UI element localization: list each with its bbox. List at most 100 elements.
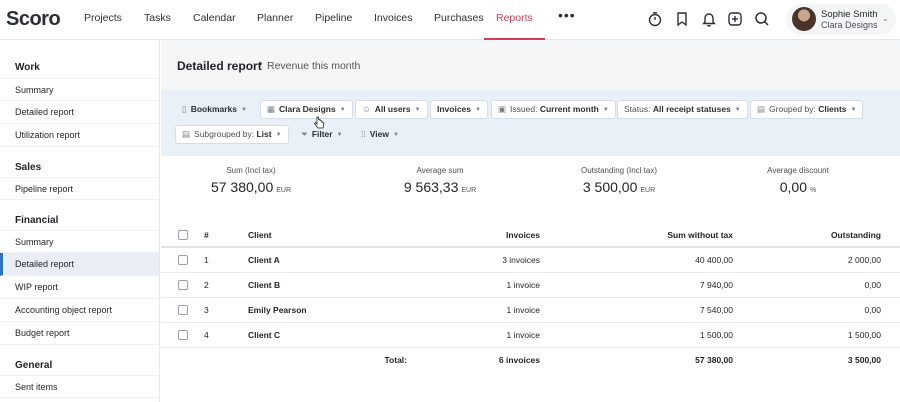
- company-dropdown[interactable]: ▦ Clara Designs ▼: [260, 100, 353, 119]
- total-sum: 57 380,00: [695, 355, 733, 365]
- row-outstanding: 0,00: [864, 280, 881, 290]
- view-button[interactable]: ⁞⁞ View ▼: [354, 125, 406, 144]
- sidebar-item-financial-summary[interactable]: Summary: [0, 230, 159, 253]
- issued-value: Current month: [539, 104, 599, 114]
- building-icon: ▦: [267, 104, 276, 114]
- row-invoices: 1 invoice: [506, 280, 540, 290]
- sidebar-item-sent-items[interactable]: Sent items: [0, 375, 159, 398]
- main-content: Detailed report › Revenue this month ▯ Bo…: [161, 40, 900, 402]
- nav-invoices[interactable]: Invoices: [374, 0, 413, 40]
- bookmark-icon[interactable]: [674, 11, 690, 27]
- sidebar-heading-work: Work: [15, 62, 40, 73]
- avatar: [792, 7, 816, 31]
- breadcrumb-separator: ›: [259, 58, 263, 70]
- row-invoices: 3 invoices: [502, 255, 540, 265]
- row-checkbox[interactable]: [178, 280, 188, 290]
- sidebar-item-financial-detailed-report[interactable]: Detailed report: [0, 253, 159, 276]
- row-num: 3: [204, 305, 209, 315]
- chevron-down-icon: ⌄: [882, 14, 889, 23]
- row-checkbox[interactable]: [178, 255, 188, 265]
- type-label: Invoices: [437, 104, 472, 114]
- summary-label: Average sum: [416, 166, 464, 175]
- user-menu[interactable]: Sophie Smith Clara Designs ⌄: [786, 4, 896, 35]
- users-label: All users: [374, 104, 411, 114]
- sidebar-heading-financial: Financial: [15, 215, 59, 226]
- hand-cursor-icon: [313, 116, 325, 129]
- table-row[interactable]: 2 Client B 1 invoice 7 940,00 0,00: [161, 273, 900, 298]
- nav-planner[interactable]: Planner: [257, 0, 293, 40]
- row-client[interactable]: Client A: [248, 248, 280, 273]
- grid-icon: ▤: [757, 104, 766, 114]
- row-client[interactable]: Client B: [248, 273, 280, 298]
- row-checkbox[interactable]: [178, 330, 188, 340]
- search-icon[interactable]: [754, 11, 770, 27]
- timer-icon[interactable]: [647, 11, 663, 27]
- columns-icon: ⁞⁞: [361, 129, 366, 139]
- sidebar-item-budget-report[interactable]: Budget report: [0, 322, 159, 345]
- caret-down-icon: ▼: [414, 107, 421, 113]
- select-all-checkbox[interactable]: [178, 230, 188, 240]
- caret-down-icon: ▼: [339, 107, 346, 113]
- row-num: 1: [204, 255, 209, 265]
- row-checkbox[interactable]: [178, 305, 188, 315]
- user-icon: ☺: [362, 104, 371, 114]
- row-client[interactable]: Client C: [248, 323, 280, 348]
- status-dropdown[interactable]: Status: All receipt statuses ▼: [617, 100, 748, 119]
- company-label: Clara Designs: [279, 104, 336, 114]
- header-invoices[interactable]: Invoices: [440, 223, 540, 248]
- caret-down-icon: ▼: [241, 107, 247, 113]
- view-label: View: [369, 129, 389, 139]
- sidebar-item-wip-report[interactable]: WIP report: [0, 276, 159, 299]
- row-num: 2: [204, 280, 209, 290]
- sidebar-heading-general: General: [15, 360, 53, 371]
- bookmarks-dropdown[interactable]: ▯ Bookmarks ▼: [175, 100, 254, 119]
- sidebar-item-work-summary[interactable]: Summary: [0, 78, 159, 101]
- header-sum[interactable]: Sum without tax: [633, 223, 733, 248]
- nav-projects[interactable]: Projects: [84, 0, 122, 40]
- nav-purchases[interactable]: Purchases: [434, 0, 484, 40]
- caret-down-icon: ▼: [850, 107, 857, 113]
- table-row[interactable]: 1 Client A 3 invoices 40 400,00 2 000,00: [161, 248, 900, 273]
- sidebar-item-utilization-report[interactable]: Utilization report: [0, 124, 159, 147]
- subgrouped-label: Subgrouped by:: [194, 129, 255, 139]
- add-icon[interactable]: [727, 11, 743, 27]
- total-outstanding: 3 500,00: [847, 355, 881, 365]
- report-header: Detailed report › Revenue this month: [161, 40, 900, 90]
- row-client[interactable]: Emily Pearson: [248, 298, 307, 323]
- nav-tasks[interactable]: Tasks: [144, 0, 171, 40]
- bell-icon[interactable]: [701, 11, 717, 27]
- caret-down-icon: ▼: [392, 132, 399, 138]
- more-menu-icon[interactable]: •••: [558, 7, 576, 23]
- nav-reports[interactable]: Reports: [484, 0, 545, 40]
- caret-down-icon: ▼: [475, 107, 481, 113]
- scoro-logo[interactable]: Scoro: [6, 8, 61, 31]
- table-row[interactable]: 3 Emily Pearson 1 invoice 7 540,00 0,00: [161, 298, 900, 323]
- type-dropdown[interactable]: Invoices ▼: [430, 100, 488, 119]
- row-sum: 7 540,00: [699, 305, 733, 315]
- grid-icon: ▤: [182, 129, 191, 139]
- summary-average: Average sum 9 563,33 EUR: [360, 166, 520, 195]
- user-name: Sophie Smith: [821, 9, 878, 20]
- caret-down-icon: ▼: [734, 107, 741, 113]
- nav-calendar[interactable]: Calendar: [193, 0, 236, 40]
- row-outstanding: 0,00: [864, 305, 881, 315]
- sidebar-item-pipeline-report[interactable]: Pipeline report: [0, 177, 159, 200]
- header-num: #: [204, 230, 209, 240]
- sidebar-item-work-detailed-report[interactable]: Detailed report: [0, 101, 159, 124]
- subgrouped-by-dropdown[interactable]: ▤ Subgrouped by: List ▼: [175, 125, 289, 144]
- table-row[interactable]: 4 Client C 1 invoice 1 500,00 1 500,00: [161, 323, 900, 348]
- users-dropdown[interactable]: ☺ All users ▼: [355, 100, 428, 119]
- table-total-row: Total: 6 invoices 57 380,00 3 500,00: [161, 348, 900, 373]
- filter-label: Filter: [311, 129, 333, 139]
- nav-pipeline[interactable]: Pipeline: [315, 0, 352, 40]
- row-invoices: 1 invoice: [506, 305, 540, 315]
- grouped-value: Clients: [818, 104, 847, 114]
- issued-dropdown[interactable]: ▣ Issued: Current month ▼: [491, 100, 616, 119]
- header-client[interactable]: Client: [248, 223, 272, 248]
- row-invoices: 1 invoice: [506, 330, 540, 340]
- summary-value: 57 380,00 EUR: [210, 179, 292, 195]
- header-outstanding[interactable]: Outstanding: [781, 223, 881, 248]
- sidebar-item-accounting-object-report[interactable]: Accounting object report: [0, 299, 159, 322]
- grouped-by-dropdown[interactable]: ▤ Grouped by: Clients ▼: [750, 100, 864, 119]
- grouped-label: Grouped by:: [769, 104, 816, 114]
